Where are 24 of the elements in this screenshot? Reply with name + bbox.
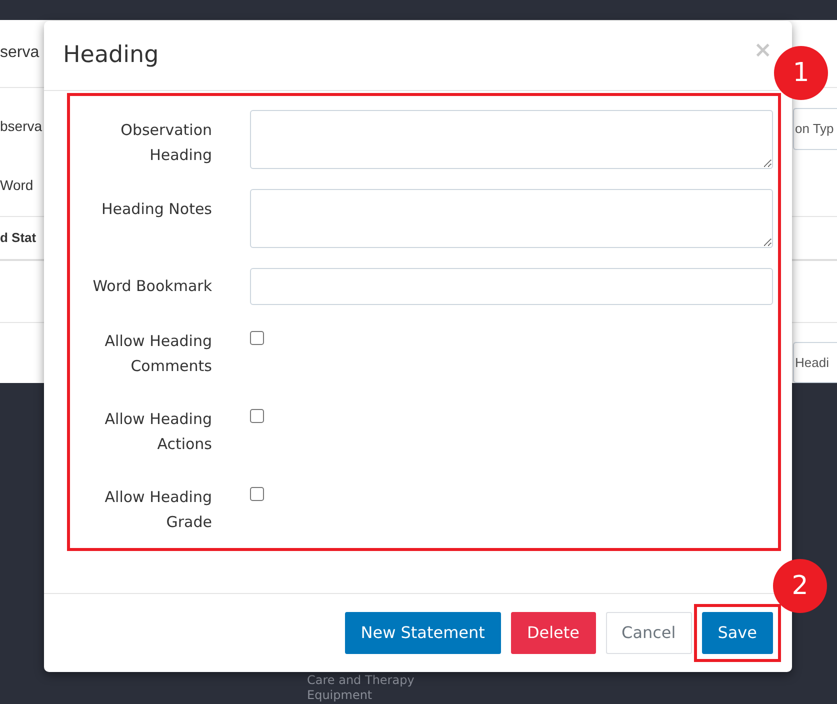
annotation-badge: 2 bbox=[773, 559, 827, 613]
field-label: Allow Heading Grade bbox=[104, 487, 212, 533]
dialog-button[interactable]: Delete bbox=[510, 612, 596, 654]
field-label: bserva bbox=[0, 116, 42, 136]
background-text: Equipment bbox=[307, 688, 374, 703]
text-field[interactable] bbox=[250, 268, 773, 305]
type-field[interactable]: on Typ bbox=[793, 108, 837, 150]
column-header: d Stat bbox=[0, 229, 36, 248]
dialog-button[interactable]: New Statement bbox=[344, 612, 501, 654]
heading-button[interactable]: Headi bbox=[793, 342, 837, 383]
field-label: Allow Heading Comments bbox=[104, 331, 212, 377]
checkbox[interactable] bbox=[250, 331, 264, 345]
field-label: Word Bookmark bbox=[92, 276, 212, 297]
modal-title: Heading bbox=[63, 41, 159, 70]
checkbox[interactable] bbox=[250, 487, 264, 501]
checkbox[interactable] bbox=[250, 409, 264, 423]
dialog-button[interactable]: Save bbox=[702, 612, 773, 654]
page-title: serva bbox=[0, 43, 40, 64]
field-label: Word bbox=[0, 176, 34, 195]
background-text: Care and Therapy bbox=[307, 673, 416, 688]
field-label: Allow Heading Actions bbox=[104, 409, 212, 455]
dialog-button[interactable]: Cancel bbox=[606, 612, 692, 654]
field-label: Observation Heading bbox=[120, 120, 212, 166]
field-label: Heading Notes bbox=[100, 199, 212, 220]
